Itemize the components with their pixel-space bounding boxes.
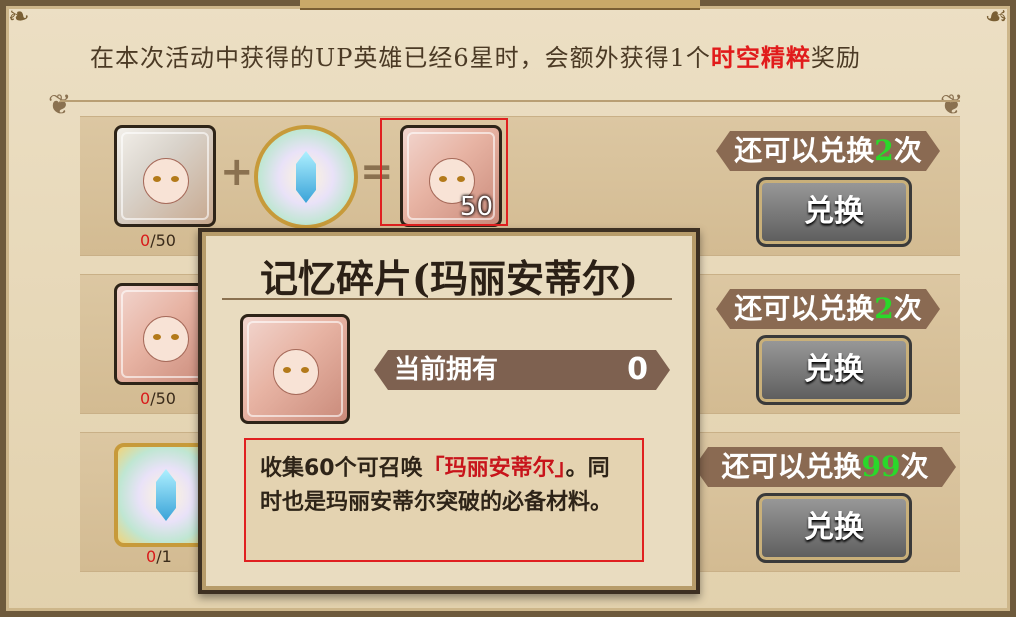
face-icon [273,349,319,395]
divider [222,298,672,300]
item-description: 收集60个可召唤「玛丽安蒂尔」。同时也是玛丽安蒂尔突破的必备材料。 [244,438,644,562]
eye-icon [153,176,161,182]
owned-count-bar: 当前拥有 0 [374,350,670,390]
top-tab-decoration [300,0,700,10]
eye-icon [301,367,309,373]
remaining-exchanges: 还可以兑换2次 [716,131,940,171]
event-notice: 在本次活动中获得的UP英雄已经6星时，会额外获得1个时空精粹奖励 [90,43,861,72]
exchange-button[interactable]: 兑换 [756,177,912,247]
eye-icon [283,367,291,373]
item-count: 0/50 [140,389,176,408]
face-icon [143,316,189,362]
item-count: 0/50 [140,231,176,250]
crystal-gem-icon [296,151,316,203]
item-tooltip: 记忆碎片(玛丽安蒂尔) 当前拥有 0 收集60个可召唤「玛丽安蒂尔」。同时也是玛… [198,228,700,594]
crystal-gem-icon [156,469,176,521]
hero-portrait-icon[interactable] [114,125,216,227]
ornament-icon: ❦ [48,88,72,121]
eye-icon [171,334,179,340]
gem-item-icon[interactable] [254,125,358,229]
item-count: 0/1 [146,547,172,566]
owned-label: 当前拥有 [394,355,499,385]
tooltip-title: 记忆碎片(玛丽安蒂尔) [260,256,638,301]
eye-icon [153,334,161,340]
face-icon [143,158,189,204]
eye-icon [171,176,179,182]
remaining-exchanges: 还可以兑换99次 [694,447,956,487]
ornament-icon: ☙ [984,2,1008,32]
remaining-exchanges: 还可以兑换2次 [716,289,940,329]
exchange-button[interactable]: 兑换 [756,335,912,405]
divider [60,100,960,102]
owned-value: 0 [627,352,648,387]
exchange-button[interactable]: 兑换 [756,493,912,563]
ornament-icon: ❧ [8,2,30,32]
memory-fragment-icon [240,314,350,424]
plus-icon: + [220,149,254,195]
selection-highlight [380,118,508,226]
